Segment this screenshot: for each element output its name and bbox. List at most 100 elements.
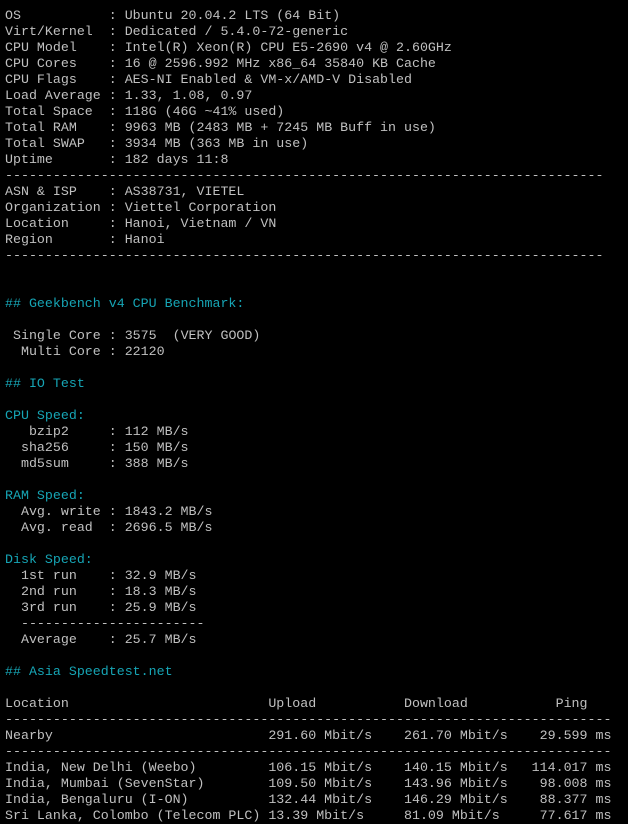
speedtest-nearby-row: Nearby 291.60 Mbit/s 261.70 Mbit/s 29.59…: [5, 728, 611, 744]
column-header-upload: Upload: [268, 696, 404, 711]
info-colon: :: [108, 40, 125, 55]
separator-dashes: ----------------------------------------…: [5, 248, 604, 263]
info-value: 3934 MB (363 MB in use): [124, 136, 309, 151]
disk-speed-row: 1st run : 32.9 MB/s: [5, 568, 611, 584]
info-label: Total SWAP: [5, 136, 109, 151]
ram-speed-row: Avg. write : 1843.2 MB/s: [5, 504, 611, 520]
label: bzip2: [5, 424, 109, 439]
info-value: 16 @ 2596.992 MHz x86_64 35840 KB Cache: [124, 56, 436, 71]
info-value: AS38731, VIETEL: [124, 184, 245, 199]
subsection-heading: CPU Speed:: [5, 408, 85, 423]
label: Avg. read: [5, 520, 109, 535]
speedtest-header-row: Location Upload Download Ping: [5, 696, 611, 712]
speedtest-row: Sri Lanka, Colombo (Telecom PLC) 13.39 M…: [5, 808, 611, 824]
disk-speed-row: 2nd run : 18.3 MB/s: [5, 584, 611, 600]
separator-dashes: ----------------------------------------…: [5, 0, 603, 7]
info-label: ASN & ISP: [5, 184, 109, 199]
info-colon: :: [108, 136, 125, 151]
system-info-row: Total Space : 118G (46G ~41% used): [5, 104, 611, 120]
speedtest-row: India, New Delhi (Weebo) 106.15 Mbit/s 1…: [5, 760, 611, 776]
colon: :: [108, 520, 125, 535]
blank-line: [5, 472, 611, 488]
value: 32.9 MB/s: [124, 568, 197, 583]
geekbench-multi-core: Multi Core : 22120: [5, 344, 611, 360]
info-label: Organization: [5, 200, 109, 215]
upload-cell: 13.39 Mbit/s: [268, 808, 404, 823]
separator-dashes: ----------------------------------------…: [5, 168, 604, 183]
location-cell: India, New Delhi (Weebo): [5, 760, 269, 775]
subsection-heading: RAM Speed:: [5, 488, 85, 503]
info-colon: :: [108, 56, 125, 71]
system-info-row: CPU Flags : AES-NI Enabled & VM-x/AMD-V …: [5, 72, 611, 88]
cpu-speed-heading: CPU Speed:: [5, 408, 611, 424]
column-header-download: Download: [403, 696, 556, 711]
download-cell: 143.96 Mbit/s: [403, 776, 508, 791]
label: 2nd run: [5, 584, 109, 599]
blank-line: [5, 280, 611, 296]
info-colon: :: [108, 24, 125, 39]
upload-cell: 109.50 Mbit/s: [268, 776, 404, 791]
ping-cell: 29.599 ms: [507, 728, 612, 743]
separator-dashes: ----------------------------------------…: [5, 744, 612, 759]
value: 150 MB/s: [124, 440, 189, 455]
label: md5sum: [5, 456, 109, 471]
info-label: Virt/Kernel: [5, 24, 109, 39]
system-info-row: Uptime : 182 days 11:8: [5, 152, 611, 168]
blank-line: [5, 648, 611, 664]
value: 3575: [124, 328, 157, 343]
speedtest-row: India, Mumbai (SevenStar) 109.50 Mbit/s …: [5, 776, 611, 792]
speedtest-heading: ## Asia Speedtest.net: [5, 664, 611, 680]
info-label: Total Space: [5, 104, 109, 119]
info-value: 1.33, 1.08, 0.97: [124, 88, 253, 103]
info-value: Viettel Corporation: [124, 200, 277, 215]
info-label: Uptime: [5, 152, 109, 167]
blank-line: [5, 680, 611, 696]
section-heading: ## Geekbench v4 CPU Benchmark:: [5, 296, 245, 311]
ram-speed-heading: RAM Speed:: [5, 488, 611, 504]
info-value: AES-NI Enabled & VM-x/AMD-V Disabled: [124, 72, 412, 87]
rating: (VERY GOOD): [156, 328, 261, 343]
info-label: CPU Flags: [5, 72, 109, 87]
network-info-row: Organization : Viettel Corporation: [5, 200, 611, 216]
system-info-row: Virt/Kernel : Dedicated / 5.4.0-72-gener…: [5, 24, 611, 40]
download-cell: 140.15 Mbit/s: [403, 760, 508, 775]
info-value: 118G (46G ~41% used): [124, 104, 285, 119]
info-value: Dedicated / 5.4.0-72-generic: [124, 24, 349, 39]
location-cell: India, Mumbai (SevenStar): [5, 776, 269, 791]
blank-line: [5, 392, 611, 408]
label: sha256: [5, 440, 109, 455]
info-colon: :: [108, 104, 125, 119]
info-colon: :: [108, 8, 125, 23]
info-value: Intel(R) Xeon(R) CPU E5-2690 v4 @ 2.60GH…: [124, 40, 452, 55]
disk-speed-row: 3rd run : 25.9 MB/s: [5, 600, 611, 616]
info-label: Total RAM: [5, 120, 109, 135]
section-heading: ## IO Test: [5, 376, 85, 391]
subsection-heading: Disk Speed:: [5, 552, 93, 567]
info-colon: :: [108, 152, 125, 167]
colon: :: [108, 504, 125, 519]
location-cell: Sri Lanka, Colombo (Telecom PLC): [5, 808, 269, 823]
system-info-row: OS : Ubuntu 20.04.2 LTS (64 Bit): [5, 8, 611, 24]
speedtest-separator: ----------------------------------------…: [5, 744, 611, 760]
cpu-speed-row: bzip2 : 112 MB/s: [5, 424, 611, 440]
info-value: 9963 MB (2483 MB + 7245 MB Buff in use): [124, 120, 436, 135]
speedtest-row: India, Bengaluru (I-ON) 132.44 Mbit/s 14…: [5, 792, 611, 808]
ping-cell: 114.017 ms: [507, 760, 612, 775]
network-info-row: Region : Hanoi: [5, 232, 611, 248]
download-cell: 81.09 Mbit/s: [403, 808, 508, 823]
label: 1st run: [5, 568, 109, 583]
upload-cell: 106.15 Mbit/s: [268, 760, 404, 775]
colon: :: [108, 568, 125, 583]
separator: ----------------------------------------…: [5, 0, 611, 8]
info-value: Hanoi, Vietnam / VN: [124, 216, 277, 231]
upload-cell: 291.60 Mbit/s: [268, 728, 404, 743]
info-colon: :: [108, 72, 125, 87]
separator-dashes: -----------------------: [5, 616, 205, 631]
network-info-row: ASN & ISP : AS38731, VIETEL: [5, 184, 611, 200]
label: Avg. write: [5, 504, 109, 519]
